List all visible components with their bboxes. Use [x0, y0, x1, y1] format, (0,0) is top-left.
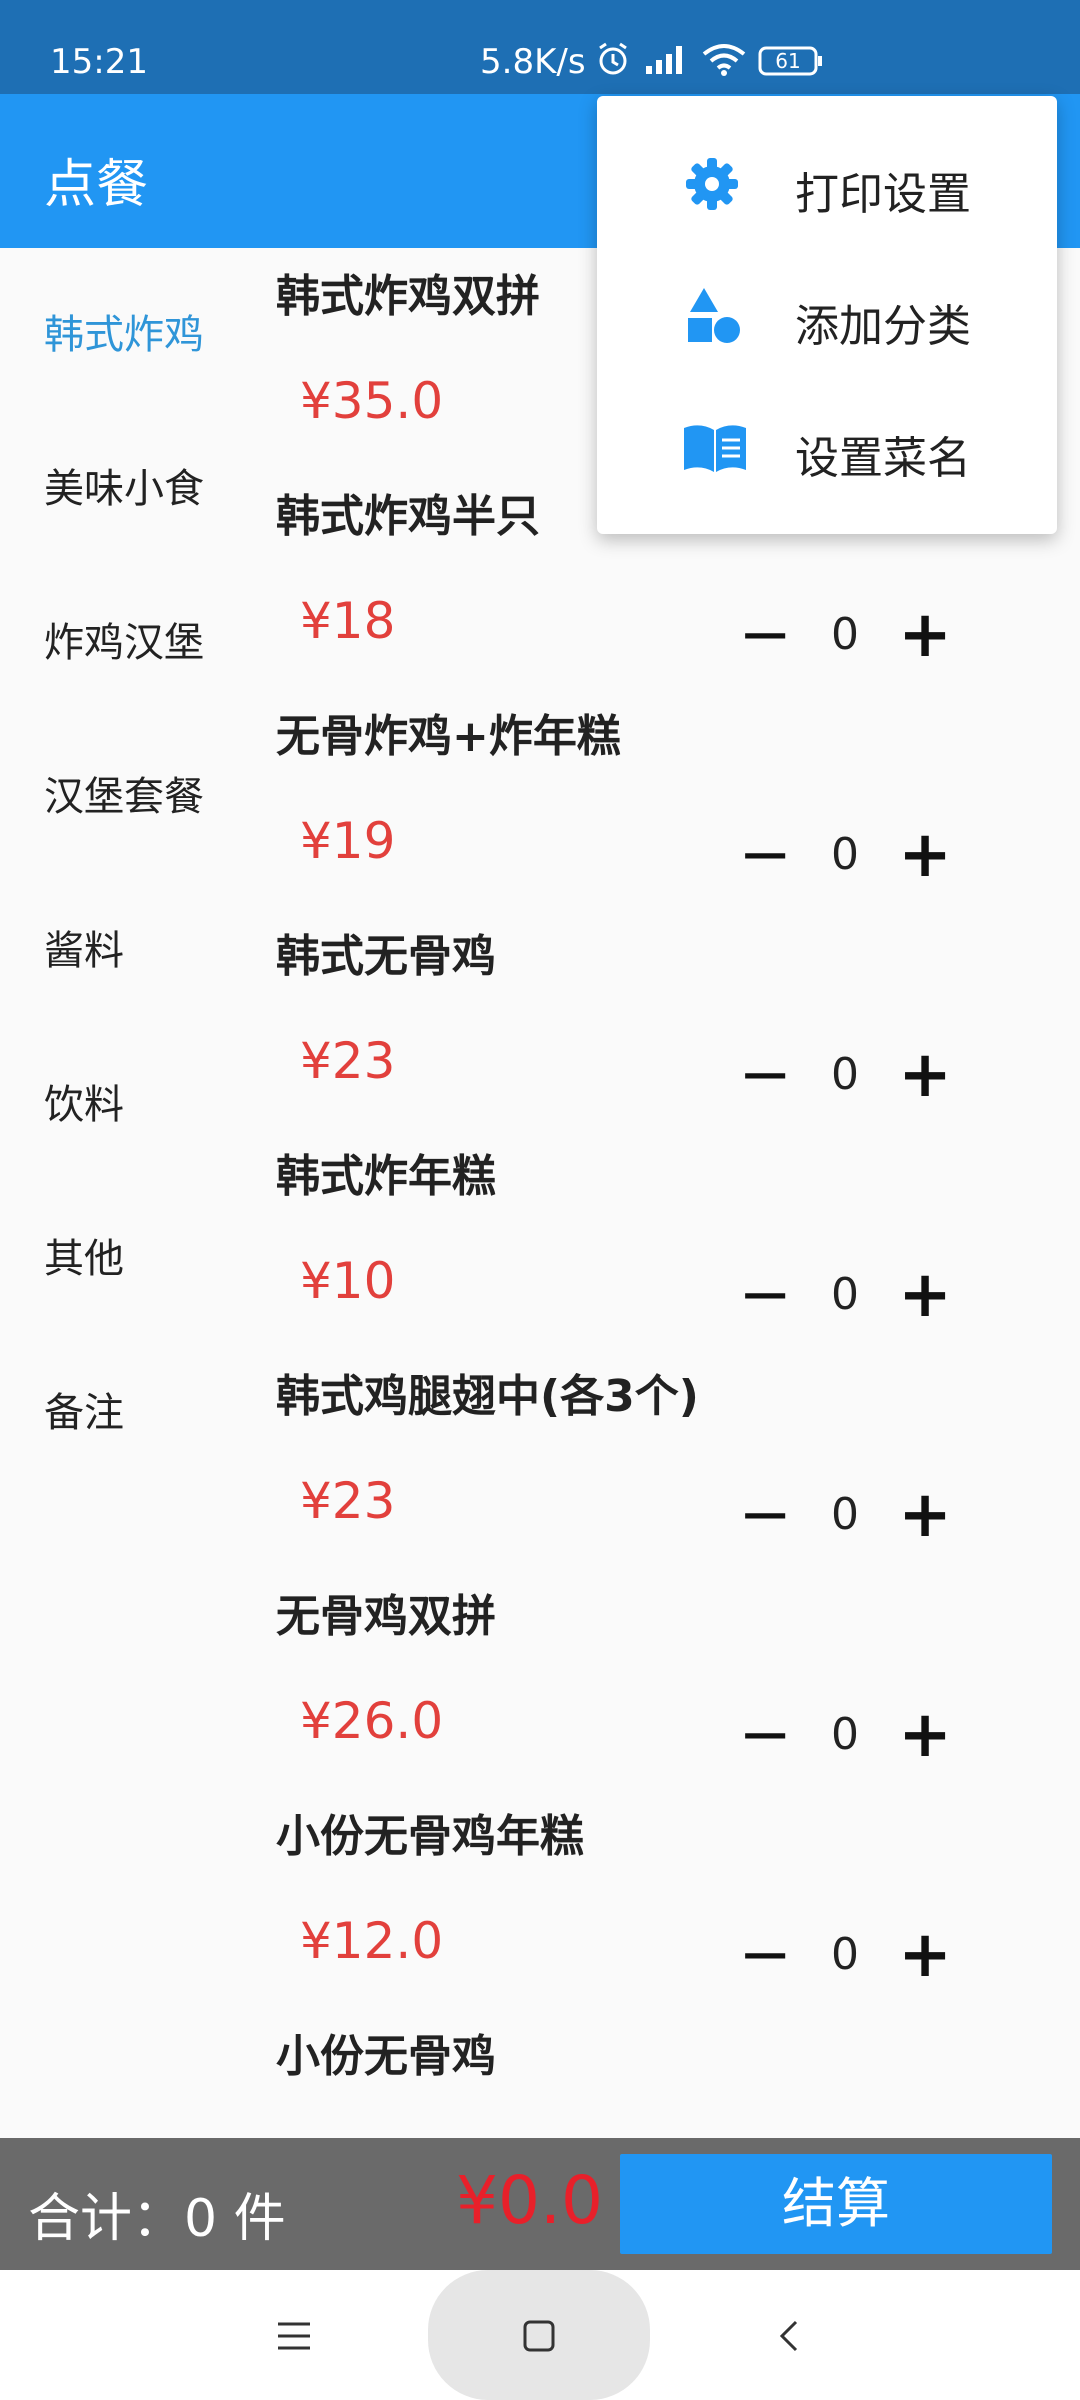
gear-icon	[682, 154, 742, 214]
category-item[interactable]: 其他	[44, 1226, 124, 1284]
quantity-stepper: − 0 +	[730, 1040, 970, 1110]
category-item[interactable]: 酱料	[44, 918, 124, 976]
item-name: 韩式无骨鸡	[276, 931, 496, 982]
system-nav-bar	[0, 2270, 1080, 2400]
quantity-value: 0	[831, 609, 859, 660]
quantity-value: 0	[831, 1929, 859, 1980]
status-time: 15:21	[50, 42, 148, 82]
item-name: 小份无骨鸡	[276, 2031, 496, 2082]
total-count: 合计：0 件	[28, 2189, 286, 2249]
order-summary-bar: 合计：0 件 ¥0.0 结算	[0, 2138, 1080, 2270]
back-nav-icon[interactable]	[750, 2306, 830, 2366]
quantity-stepper: − 0 +	[730, 1700, 970, 1770]
item-price: ¥12.0	[300, 1912, 444, 1970]
decrease-button[interactable]: −	[730, 1480, 800, 1550]
battery-icon: 61	[758, 46, 824, 76]
menu-item-print-settings[interactable]: 打印设置	[597, 122, 1057, 242]
decrease-button[interactable]: −	[730, 1700, 800, 1770]
item-name: 无骨鸡双拼	[276, 1591, 496, 1642]
item-name: 小份无骨鸡年糕	[276, 1811, 584, 1862]
home-nav-icon[interactable]	[499, 2306, 579, 2366]
item-name: 韩式炸年糕	[276, 1151, 496, 1202]
item-name: 无骨炸鸡+炸年糕	[276, 711, 621, 762]
overflow-menu: 打印设置 添加分类 设置菜名	[597, 96, 1057, 534]
signal-icon	[644, 42, 690, 80]
book-icon	[682, 418, 746, 478]
quantity-stepper: − 0 +	[730, 1480, 970, 1550]
item-price: ¥10	[300, 1252, 396, 1310]
increase-button[interactable]: +	[890, 600, 960, 670]
menu-item-label: 设置菜名	[795, 433, 971, 484]
network-speed: 5.8K/s	[480, 42, 586, 82]
increase-button[interactable]: +	[890, 1480, 960, 1550]
decrease-button[interactable]: −	[730, 1920, 800, 1990]
wifi-icon	[702, 42, 746, 80]
item-name: 韩式鸡腿翅中(各3个)	[276, 1371, 699, 1422]
quantity-value: 0	[831, 1489, 859, 1540]
category-item[interactable]: 韩式炸鸡	[44, 302, 204, 360]
item-name: 韩式炸鸡半只	[276, 491, 540, 542]
menu-nav-icon[interactable]	[254, 2306, 334, 2366]
increase-button[interactable]: +	[890, 820, 960, 890]
increase-button[interactable]: +	[890, 1260, 960, 1330]
quantity-stepper: − 0 +	[730, 1260, 970, 1330]
item-price: ¥23	[300, 1032, 396, 1090]
decrease-button[interactable]: −	[730, 1040, 800, 1110]
menu-item-add-category[interactable]: 添加分类	[597, 254, 1057, 374]
item-price: ¥26.0	[300, 1692, 444, 1750]
category-item[interactable]: 备注	[44, 1380, 124, 1438]
menu-item-set-dish-name[interactable]: 设置菜名	[597, 386, 1057, 506]
category-item[interactable]: 美味小食	[44, 456, 204, 514]
item-name: 韩式炸鸡双拼	[276, 271, 540, 322]
category-item[interactable]: 饮料	[44, 1072, 124, 1130]
quantity-stepper: − 0 +	[730, 820, 970, 890]
decrease-button[interactable]: −	[730, 820, 800, 890]
increase-button[interactable]: +	[890, 1920, 960, 1990]
status-bar: 15:21 5.8K/s 61	[0, 0, 1080, 94]
quantity-stepper: − 0 +	[730, 1920, 970, 1990]
quantity-value: 0	[831, 1049, 859, 1100]
quantity-value: 0	[831, 1709, 859, 1760]
category-item[interactable]: 炸鸡汉堡	[44, 610, 204, 668]
item-price: ¥35.0	[300, 372, 444, 430]
page-title: 点餐	[44, 155, 149, 215]
category-item[interactable]: 汉堡套餐	[44, 764, 204, 822]
increase-button[interactable]: +	[890, 1040, 960, 1110]
quantity-value: 0	[831, 829, 859, 880]
menu-item-label: 添加分类	[795, 301, 971, 352]
item-price: ¥18	[300, 592, 396, 650]
alarm-icon	[594, 40, 632, 82]
quantity-stepper: − 0 +	[730, 600, 970, 670]
quantity-value: 0	[831, 1269, 859, 1320]
battery-level: 61	[775, 49, 801, 73]
total-amount: ¥0.0	[456, 2162, 603, 2239]
decrease-button[interactable]: −	[730, 600, 800, 670]
item-price: ¥23	[300, 1472, 396, 1530]
shapes-icon	[682, 286, 742, 346]
item-price: ¥19	[300, 812, 396, 870]
status-icons: 61	[594, 40, 824, 82]
menu-item-label: 打印设置	[795, 169, 971, 220]
increase-button[interactable]: +	[890, 1700, 960, 1770]
decrease-button[interactable]: −	[730, 1260, 800, 1330]
checkout-button[interactable]: 结算	[620, 2154, 1052, 2254]
